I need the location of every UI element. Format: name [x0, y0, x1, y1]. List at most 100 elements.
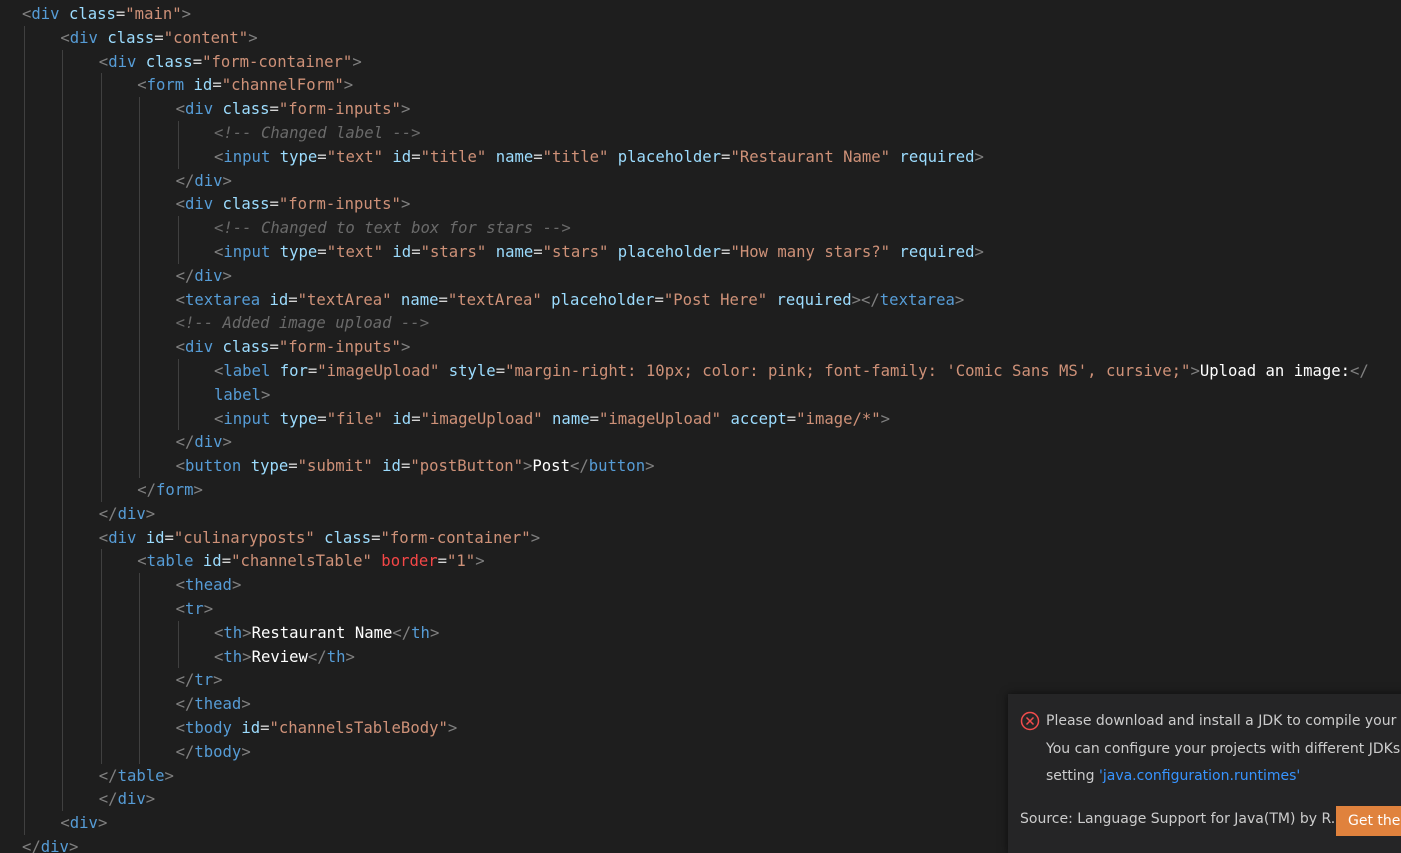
code-line[interactable]: label>: [214, 383, 270, 407]
code-punctuation: </: [137, 481, 156, 499]
code-line[interactable]: <th>Restaurant Name</th>: [214, 621, 439, 645]
code-line[interactable]: </form>: [137, 478, 203, 502]
code-punctuation: >: [193, 481, 203, 499]
get-jdk-button[interactable]: Get the Java Development Kit: [1336, 806, 1401, 836]
code-line[interactable]: <div class="form-inputs">: [176, 192, 411, 216]
indent-guide: [62, 597, 64, 621]
code-line[interactable]: <div class="content">: [60, 26, 257, 50]
code-tag-name: div: [108, 528, 137, 547]
code-line[interactable]: </thead>: [176, 692, 251, 716]
code-string: "imageUpload": [599, 409, 722, 428]
indent-guide: [62, 359, 64, 383]
code-line[interactable]: </div>: [99, 502, 155, 526]
code-line[interactable]: </tbody>: [176, 740, 251, 764]
code-line[interactable]: <thead>: [176, 573, 242, 597]
indent-guide: [24, 168, 25, 193]
indent-guide: [100, 144, 102, 169]
code-attribute: type: [241, 457, 289, 476]
code-tag-name: div: [184, 338, 214, 357]
code-tag-name: tr: [184, 600, 204, 618]
notification-message-line: You can configure your projects with dif…: [1046, 740, 1401, 757]
indent-guide: [62, 263, 64, 288]
indent-guide: [100, 716, 102, 740]
indent-guide: [139, 644, 141, 669]
code-line[interactable]: </table>: [99, 764, 174, 788]
indent-guide: [24, 525, 25, 550]
code-tag-name: div: [117, 790, 146, 809]
code-punctuation: </: [98, 766, 118, 785]
code-line[interactable]: <div id="culinaryposts" class="form-cont…: [99, 526, 540, 550]
code-punctuation: >: [181, 5, 192, 23]
code-tag-name: input: [223, 409, 271, 428]
code-equals: =: [269, 100, 279, 119]
indent-guide: [24, 25, 25, 50]
code-line[interactable]: <input type="text" id="stars" name="star…: [214, 240, 984, 264]
indent-guide: [100, 644, 102, 669]
code-line[interactable]: <textarea id="textArea" name="textArea" …: [176, 288, 965, 312]
code-line[interactable]: </div>: [176, 430, 232, 454]
code-tag-name: button: [184, 457, 242, 476]
code-attribute: type: [270, 147, 318, 166]
indent-guide: [177, 144, 179, 169]
code-text: Restaurant Name: [251, 623, 393, 642]
indent-guide: [62, 382, 64, 407]
code-equals: =: [164, 528, 174, 547]
code-equals: =: [307, 362, 318, 380]
indent-guide: [24, 763, 25, 788]
code-equals: =: [533, 147, 543, 166]
code-line[interactable]: <div class="main">: [22, 2, 191, 26]
code-line[interactable]: <!-- Changed label -->: [214, 121, 421, 145]
code-line[interactable]: <table id="channelsTable" border="1">: [137, 549, 484, 573]
indent-guide: [100, 739, 102, 764]
code-attribute: style: [439, 362, 496, 380]
code-string: "title": [420, 147, 487, 166]
indent-guide: [24, 573, 25, 597]
code-line[interactable]: <div>: [60, 811, 107, 835]
code-line[interactable]: </div>: [99, 787, 155, 811]
indent-guide: [139, 335, 141, 359]
indent-guide: [177, 240, 179, 264]
code-line[interactable]: <tbody id="channelsTableBody">: [176, 716, 458, 740]
code-punctuation: >: [400, 195, 411, 214]
indent-guide: [100, 168, 102, 193]
code-punctuation: >: [429, 623, 440, 642]
settings-link[interactable]: 'java.configuration.runtimes': [1099, 768, 1300, 784]
code-line[interactable]: <input type="file" id="imageUpload" name…: [214, 407, 890, 431]
code-string: "main": [125, 5, 182, 23]
code-line[interactable]: <div class="form-inputs">: [176, 97, 411, 121]
code-line[interactable]: <!-- Added image upload -->: [176, 311, 429, 335]
code-string: "stars": [420, 243, 487, 261]
code-attribute: placeholder: [608, 243, 722, 261]
indent-guide: [139, 382, 141, 407]
code-punctuation: >: [97, 814, 108, 833]
code-string: "imageUpload": [420, 409, 543, 428]
code-line[interactable]: </div>: [22, 835, 78, 853]
code-line[interactable]: <div class="form-container">: [99, 50, 362, 74]
indent-guide: [62, 620, 64, 645]
code-attribute: class: [213, 100, 270, 119]
code-line[interactable]: <form id="channelForm">: [137, 73, 353, 97]
code-line[interactable]: <th>Review</th>: [214, 645, 355, 669]
code-string: "submit": [297, 457, 373, 476]
indent-guide: [139, 359, 141, 383]
code-line[interactable]: </tr>: [176, 668, 223, 692]
code-line[interactable]: </div>: [176, 264, 232, 288]
code-line[interactable]: <tr>: [176, 597, 214, 621]
code-attribute: class: [213, 338, 270, 357]
code-equals: =: [654, 290, 664, 309]
code-punctuation: >: [222, 266, 232, 285]
indent-guide: [100, 263, 102, 288]
code-line[interactable]: </div>: [176, 169, 232, 193]
code-editor[interactable]: <div class="main"> <div class="content"> <…: [0, 0, 1401, 853]
code-line[interactable]: <input type="text" id="title" name="titl…: [214, 145, 984, 169]
indent-guide: [24, 501, 25, 526]
code-punctuation: >: [222, 171, 232, 190]
code-line[interactable]: <button type="submit" id="postButton">Po…: [176, 454, 655, 478]
code-string: "margin-right: 10px; color: pink; font-f…: [505, 362, 1191, 380]
code-line[interactable]: <!-- Changed to text box for stars -->: [214, 216, 571, 240]
code-line[interactable]: <div class="form-inputs">: [176, 335, 411, 359]
indent-guide: [24, 811, 25, 835]
code-line[interactable]: <label for="imageUpload" style="margin-r…: [214, 359, 1369, 383]
indent-guide: [100, 668, 102, 693]
indent-guide: [62, 478, 64, 502]
